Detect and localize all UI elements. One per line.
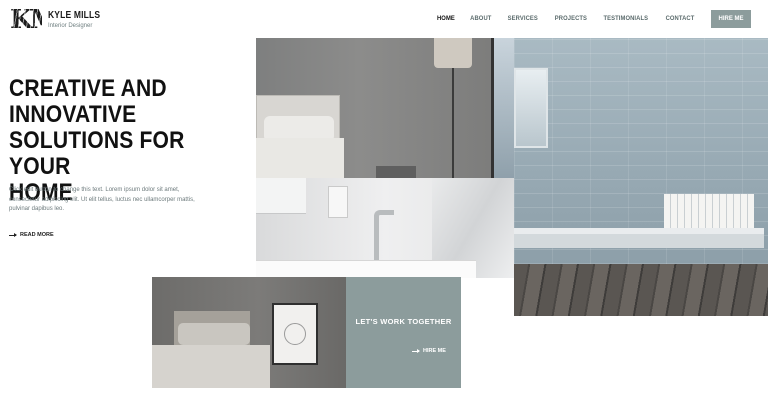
arrow-right-icon	[412, 349, 420, 353]
read-more-label: READ MORE	[20, 232, 54, 238]
bathroom-image	[256, 178, 514, 278]
hero-body-text: Click edit button to change this text. L…	[9, 187, 195, 213]
nav-item-services[interactable]: SERVICES	[508, 15, 538, 22]
nav-item-home[interactable]: HOME	[437, 15, 455, 22]
read-more-link[interactable]: READ MORE	[9, 232, 54, 238]
hire-me-button[interactable]: HIRE ME	[711, 10, 751, 28]
brand-name: KYLE MILLS	[48, 10, 101, 21]
arrow-right-icon	[9, 233, 17, 237]
nav-item-about[interactable]: ABOUT	[471, 15, 492, 22]
nav-item-testimonials[interactable]: TESTIMONIALS	[604, 15, 649, 22]
bedroom-image	[256, 38, 514, 178]
living-room-image	[514, 38, 768, 316]
nav-item-contact[interactable]: CONTACT	[666, 15, 695, 22]
work-together-card: LET'S WORK TOGETHER HIRE ME	[346, 277, 461, 388]
logo[interactable]: KM KYLE MILLS Interior Designer	[10, 8, 109, 32]
nav-item-projects[interactable]: PROJECTS	[554, 15, 586, 22]
logo-monogram: KM	[10, 8, 42, 32]
hire-me-link-label: HIRE ME	[423, 348, 446, 354]
hire-me-link[interactable]: HIRE ME	[412, 348, 446, 354]
brand-tagline: Interior Designer	[48, 23, 93, 29]
work-together-title: LET'S WORK TOGETHER	[355, 317, 452, 326]
bedroom-detail-image	[152, 277, 346, 388]
main-nav: HOME ABOUT SERVICES PROJECTS TESTIMONIAL…	[423, 15, 696, 22]
